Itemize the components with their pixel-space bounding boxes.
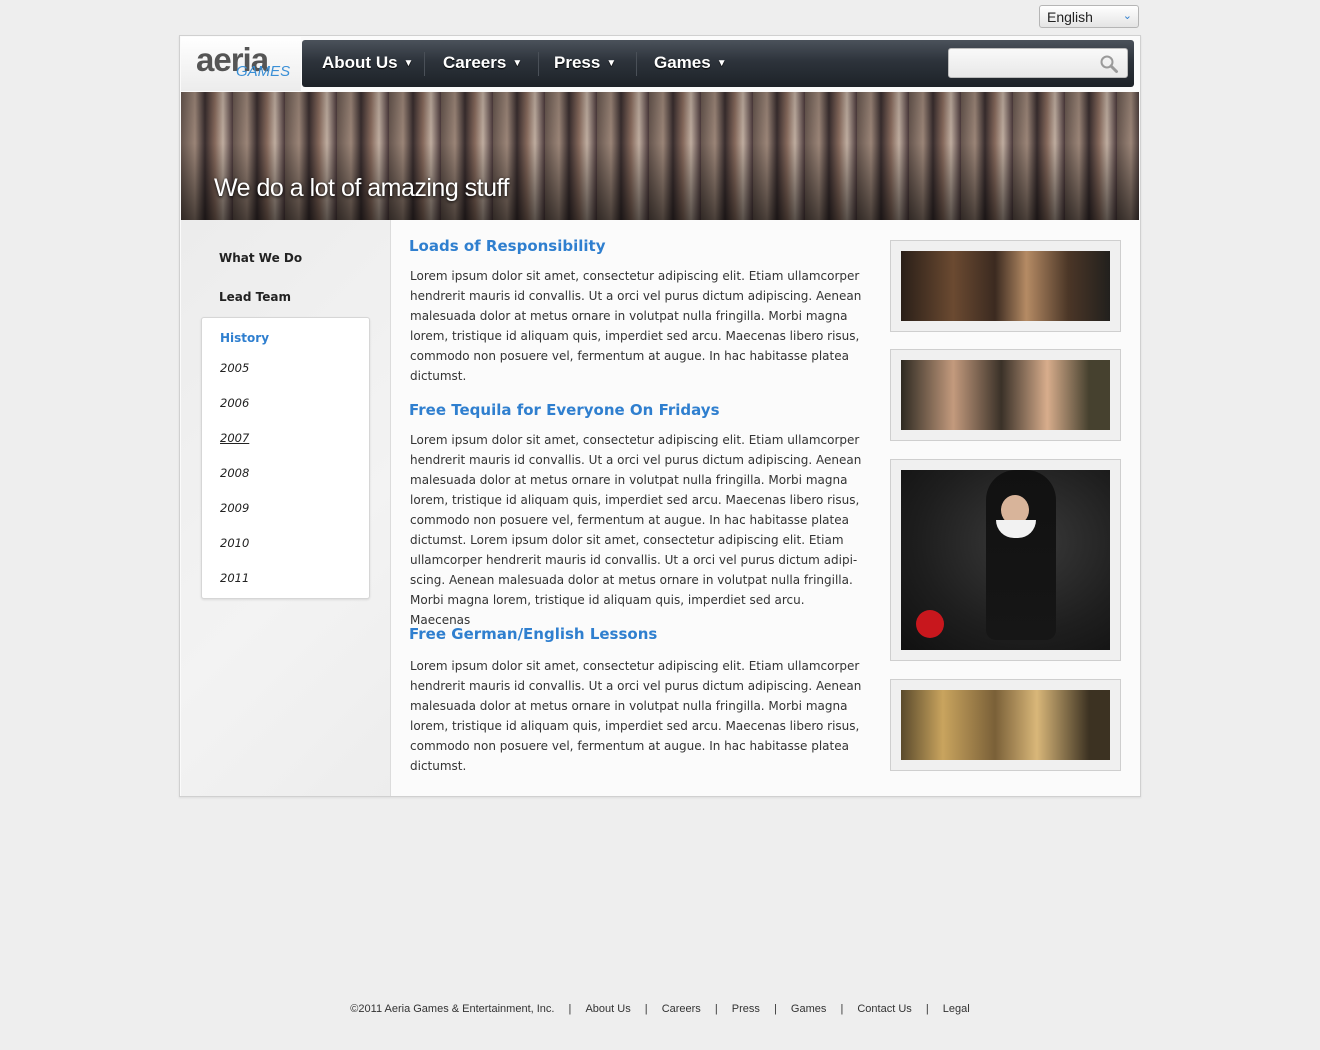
paragraph-line: dictumst. Lorem ipsum dolor sit amet, co… <box>410 533 844 547</box>
nav-item-label: Press <box>554 53 601 72</box>
paragraph-line: Morbi magna lorem, tristique id aliquam … <box>410 593 805 627</box>
photo-frame[interactable] <box>890 240 1121 332</box>
language-selected: English <box>1047 9 1093 25</box>
footer-separator: | <box>925 1003 929 1015</box>
search-icon[interactable] <box>1099 54 1119 74</box>
history-panel: History 2005 2006 2007 2008 2009 2010 20… <box>201 317 370 599</box>
main-navigation: About Us ▼ Careers ▼ Press ▼ Games ▼ <box>302 40 1134 87</box>
footer-separator: | <box>840 1003 844 1015</box>
paragraph-line: commodo non posuere vel, fermentum at au… <box>410 739 849 753</box>
office-photo <box>901 690 1110 760</box>
chevron-down-icon: ▼ <box>512 58 523 69</box>
chevron-down-icon: ▼ <box>716 58 727 69</box>
sidebar-item-history[interactable]: History <box>220 331 269 345</box>
search-input[interactable] <box>948 48 1128 78</box>
footer-link-careers[interactable]: Careers <box>662 1003 701 1015</box>
office-photo <box>901 470 1110 650</box>
footer-copyright: ©2011 Aeria Games & Entertainment, Inc. <box>350 1003 555 1015</box>
history-year-2008[interactable]: 2008 <box>220 466 249 480</box>
logo[interactable]: aeria GAMES <box>181 37 301 91</box>
footer-separator: | <box>773 1003 777 1015</box>
sidebar-item-what-we-do[interactable]: What We Do <box>219 251 302 265</box>
paragraph-line: hendrerit mauris id convallis. Ut a orci… <box>410 679 862 693</box>
sidebar-item-lead-team[interactable]: Lead Team <box>219 290 291 304</box>
chevron-down-icon: ▼ <box>403 58 414 69</box>
paragraph-line: lorem, tristique id aliquam quis, imperd… <box>410 329 860 343</box>
paragraph-line: lorem, tristique id aliquam quis, imperd… <box>410 719 860 733</box>
footer-link-games[interactable]: Games <box>791 1003 826 1015</box>
section-paragraph: Lorem ipsum dolor sit amet, consectetur … <box>410 656 865 776</box>
photo-frame[interactable] <box>890 349 1121 441</box>
logo-sub-text: GAMES <box>236 63 291 80</box>
chevron-down-icon: ▼ <box>606 58 617 69</box>
nav-item-press[interactable]: Press ▼ <box>554 53 616 73</box>
paragraph-line: ullamcorper hendrerit mauris id convalli… <box>410 553 858 567</box>
paragraph-line: hendrerit mauris id convallis. Ut a orci… <box>410 453 862 467</box>
history-year-2010[interactable]: 2010 <box>220 536 249 550</box>
nav-divider <box>538 52 539 76</box>
paragraph-line: malesuada dolor at metus ornare in volut… <box>410 309 848 323</box>
footer-separator: | <box>644 1003 648 1015</box>
section-heading: Loads of Responsibility <box>409 237 606 255</box>
paragraph-line: scing. Aenean malesuada dolor at metus o… <box>410 573 853 587</box>
footer: ©2011 Aeria Games & Entertainment, Inc. … <box>0 1003 1320 1015</box>
paragraph-line: dictumst. <box>410 759 467 773</box>
nav-item-careers[interactable]: Careers ▼ <box>443 53 522 73</box>
paragraph-line: lorem, tristique id aliquam quis, imperd… <box>410 493 860 507</box>
paragraph-line: malesuada dolor at metus ornare in volut… <box>410 699 848 713</box>
nav-divider <box>424 52 425 76</box>
paragraph-line: Lorem ipsum dolor sit amet, consectetur … <box>410 659 860 673</box>
section-paragraph: Lorem ipsum dolor sit amet, consectetur … <box>410 430 865 630</box>
nav-item-label: About Us <box>322 53 398 72</box>
hero-banner: We do a lot of amazing stuff <box>181 92 1139 220</box>
history-year-2007[interactable]: 2007 <box>220 431 249 445</box>
footer-link-contact-us[interactable]: Contact Us <box>857 1003 911 1015</box>
history-year-2009[interactable]: 2009 <box>220 501 249 515</box>
paragraph-line: Lorem ipsum dolor sit amet, consectetur … <box>410 269 860 283</box>
banner-title: We do a lot of amazing stuff <box>214 174 509 202</box>
language-select[interactable]: English ⌄ <box>1039 5 1139 28</box>
office-photo <box>901 360 1110 430</box>
page-container: aeria GAMES About Us ▼ Careers ▼ Press ▼ Ga… <box>179 35 1141 797</box>
section-heading: Free German/English Lessons <box>409 625 658 643</box>
nav-item-label: Games <box>654 53 711 72</box>
section-heading: Free Tequila for Everyone On Fridays <box>409 401 720 419</box>
sidebar: What We Do Lead Team History 2005 2006 2… <box>181 220 391 796</box>
footer-link-press[interactable]: Press <box>732 1003 760 1015</box>
photo-frame[interactable] <box>890 459 1121 661</box>
ping-pong-paddle <box>916 610 944 638</box>
paragraph-line: dictumst. <box>410 369 467 383</box>
nav-item-label: Careers <box>443 53 507 72</box>
history-year-2006[interactable]: 2006 <box>220 396 249 410</box>
history-year-2011[interactable]: 2011 <box>220 571 249 585</box>
footer-separator: | <box>568 1003 572 1015</box>
paragraph-line: commodo non posuere vel, fermentum at au… <box>410 349 849 363</box>
history-year-2005[interactable]: 2005 <box>220 361 249 375</box>
paragraph-line: malesuada dolor at metus ornare in volut… <box>410 473 848 487</box>
section-paragraph: Lorem ipsum dolor sit amet, consectetur … <box>410 266 865 386</box>
chevron-down-icon: ⌄ <box>1122 10 1132 22</box>
nav-divider <box>636 52 637 76</box>
office-photo <box>901 251 1110 321</box>
footer-link-legal[interactable]: Legal <box>943 1003 970 1015</box>
paragraph-line: commodo non posuere vel, fermentum at au… <box>410 513 849 527</box>
footer-separator: | <box>714 1003 718 1015</box>
photo-frame[interactable] <box>890 679 1121 771</box>
nav-item-games[interactable]: Games ▼ <box>654 53 727 73</box>
paragraph-line: hendrerit mauris id convallis. Ut a orci… <box>410 289 862 303</box>
paragraph-line: Lorem ipsum dolor sit amet, consectetur … <box>410 433 860 447</box>
nav-item-about-us[interactable]: About Us ▼ <box>322 53 413 73</box>
footer-link-about-us[interactable]: About Us <box>585 1003 630 1015</box>
